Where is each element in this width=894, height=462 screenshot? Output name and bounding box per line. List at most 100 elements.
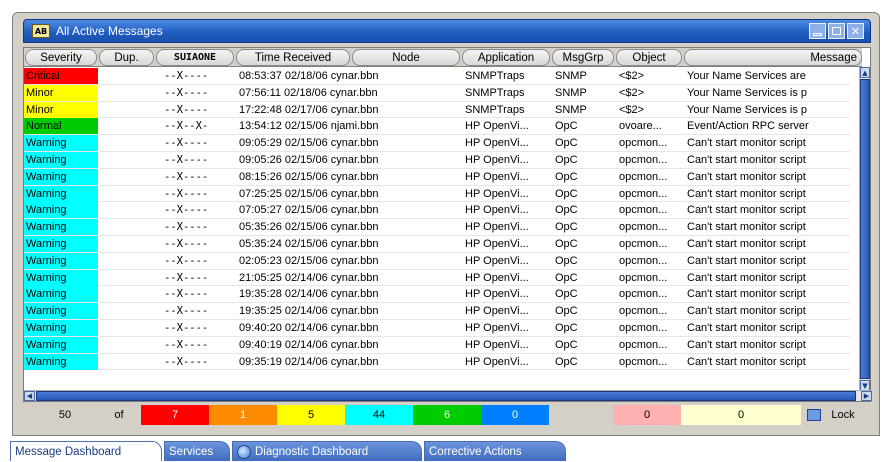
application-cell: HP OpenVi... (465, 355, 529, 368)
horizontal-scrollbar[interactable]: ◀ ▶ (24, 390, 872, 401)
column-header-severity[interactable]: Severity (25, 49, 97, 66)
dup-cell (99, 118, 155, 134)
column-header-node[interactable]: Node (352, 49, 460, 66)
time-node-cell: 05:35:24 02/15/06 cynar.bbn (239, 237, 379, 250)
column-header-message[interactable]: Message (684, 49, 862, 66)
object-cell: opcmon... (619, 271, 668, 284)
message-cell: Can't start monitor script (687, 288, 806, 301)
scroll-right-icon[interactable]: ▶ (861, 391, 872, 401)
message-cell: Can't start monitor script (687, 338, 806, 351)
application-cell: HP OpenVi... (465, 271, 529, 284)
severity-cell: Warning (24, 168, 98, 185)
vertical-scrollbar[interactable]: ▲ ▼ (859, 67, 870, 391)
vertical-scroll-thumb[interactable] (860, 79, 870, 379)
table-header: Severity Dup. SUIAONE Time Received Node… (24, 48, 862, 67)
dup-cell (99, 135, 155, 151)
severity-summary-bar: 50 of 7 1 5 44 6 0 0 0 Lock (23, 405, 871, 425)
column-header-object[interactable]: Object (616, 49, 682, 66)
dup-cell (99, 68, 155, 84)
table-row[interactable]: Minor --X---- 07:56:11 02/18/06 cynar.bbn S… (24, 84, 850, 102)
msggrp-cell: OpC (555, 221, 578, 234)
dup-cell (99, 169, 155, 185)
table-row[interactable]: Warning --X---- 09:05:29 02/15/06 cynar.bb… (24, 135, 850, 152)
messages-table: Severity Dup. SUIAONE Time Received Node… (23, 47, 872, 402)
flags-cell: --X---- (164, 288, 209, 301)
column-header-dup[interactable]: Dup. (99, 49, 154, 66)
msggrp-cell: OpC (555, 120, 578, 133)
tab-label: Diagnostic Dashboard (255, 445, 369, 458)
message-cell: Can't start monitor script (687, 137, 806, 150)
tab-corrective-actions[interactable]: Corrective Actions (424, 441, 566, 461)
tab-services[interactable]: Services (164, 441, 230, 461)
table-row[interactable]: Warning --X---- 21:05:25 02/14/06 cynar.bb… (24, 269, 850, 287)
column-header-msggrp[interactable]: MsgGrp (552, 49, 614, 66)
table-row[interactable]: Warning --X---- 05:35:26 02/15/06 cynar.bb… (24, 219, 850, 236)
dup-cell (99, 354, 155, 370)
severity-count-0: 7 (141, 405, 209, 425)
table-row[interactable]: Warning --X---- 02:05:23 02/15/06 cynar.bb… (24, 252, 850, 270)
table-row[interactable]: Warning --X---- 09:05:26 02/15/06 cynar.bb… (24, 151, 850, 169)
maximize-button[interactable] (828, 23, 845, 39)
table-row[interactable]: Warning --X---- 08:15:26 02/15/06 cynar.bb… (24, 168, 850, 186)
table-row[interactable]: Minor --X---- 17:22:48 02/17/06 cynar.bbn S… (24, 101, 850, 119)
severity-count-3: 44 (345, 405, 413, 425)
window-titlebar[interactable]: AB All Active Messages ✕ (23, 19, 871, 43)
message-cell: Can't start monitor script (687, 305, 806, 318)
severity-cell: Warning (24, 303, 98, 320)
dup-cell (99, 102, 155, 118)
horizontal-scroll-thumb[interactable] (36, 391, 856, 401)
time-node-cell: 09:05:26 02/15/06 cynar.bbn (239, 153, 379, 166)
lock-label: Lock (831, 409, 855, 421)
table-row[interactable]: Warning --X---- 19:35:28 02/14/06 cynar.bb… (24, 286, 850, 304)
flags-cell: --X---- (164, 103, 209, 116)
severity-cell: Normal (24, 118, 98, 135)
dup-cell (99, 85, 155, 101)
flags-cell: --X---- (164, 321, 209, 334)
table-row[interactable]: Critical --X---- 08:53:37 02/18/06 cynar.b… (24, 68, 850, 85)
table-row[interactable]: Warning --X---- 09:40:19 02/14/06 cynar.bb… (24, 336, 850, 354)
scroll-up-icon[interactable]: ▲ (860, 67, 870, 78)
close-icon: ✕ (850, 24, 861, 38)
msggrp-cell: OpC (555, 153, 578, 166)
severity-cell: Warning (24, 353, 98, 370)
msggrp-cell: SNMP (555, 103, 587, 116)
table-row[interactable]: Warning --X---- 09:40:20 02/14/06 cynar.bb… (24, 319, 850, 337)
table-row[interactable]: Warning --X---- 19:35:25 02/14/06 cynar.bb… (24, 303, 850, 320)
flags-cell: --X---- (164, 204, 209, 217)
lock-checkbox-icon[interactable] (807, 409, 821, 421)
column-header-time-received[interactable]: Time Received (236, 49, 350, 66)
application-cell: HP OpenVi... (465, 221, 529, 234)
tab-message-dashboard[interactable]: Message Dashboard (10, 441, 162, 461)
msggrp-cell: OpC (555, 187, 578, 200)
object-cell: opcmon... (619, 221, 668, 234)
column-header-application[interactable]: Application (462, 49, 550, 66)
application-cell: HP OpenVi... (465, 321, 529, 334)
table-row[interactable]: Warning --X---- 05:35:24 02/15/06 cynar.bb… (24, 235, 850, 253)
message-cell: Can't start monitor script (687, 187, 806, 200)
message-cell: Can't start monitor script (687, 237, 806, 250)
table-row[interactable]: Warning --X---- 07:05:27 02/15/06 cynar.bb… (24, 202, 850, 220)
application-cell: HP OpenVi... (465, 305, 529, 318)
column-header-flags[interactable]: SUIAONE (156, 49, 234, 66)
globe-icon (237, 444, 251, 459)
table-row[interactable]: Warning --X---- 09:35:19 02/14/06 cynar.bb… (24, 353, 850, 371)
object-cell: opcmon... (619, 321, 668, 334)
tab-diagnostic-dashboard[interactable]: Diagnostic Dashboard (232, 441, 422, 461)
close-button[interactable]: ✕ (847, 23, 864, 39)
time-node-cell: 17:22:48 02/17/06 cynar.bbn (239, 103, 379, 116)
message-cell: Can't start monitor script (687, 221, 806, 234)
time-node-cell: 13:54:12 02/15/06 njami.bbn (239, 120, 379, 133)
table-row[interactable]: Warning --X---- 07:25:25 02/15/06 cynar.bb… (24, 185, 850, 203)
object-cell: opcmon... (619, 338, 668, 351)
application-cell: HP OpenVi... (465, 153, 529, 166)
dup-cell (99, 236, 155, 252)
minimize-button[interactable] (809, 23, 826, 39)
flags-cell: --X---- (164, 70, 209, 82)
dup-cell (99, 320, 155, 336)
table-row[interactable]: Normal --X--X- 13:54:12 02/15/06 njami.bbn… (24, 118, 850, 136)
scroll-left-icon[interactable]: ◀ (24, 391, 35, 401)
time-node-cell: 02:05:23 02/15/06 cynar.bbn (239, 254, 379, 267)
flags-cell: --X---- (164, 153, 209, 166)
msggrp-cell: OpC (555, 321, 578, 334)
flags-cell: --X---- (164, 305, 209, 318)
